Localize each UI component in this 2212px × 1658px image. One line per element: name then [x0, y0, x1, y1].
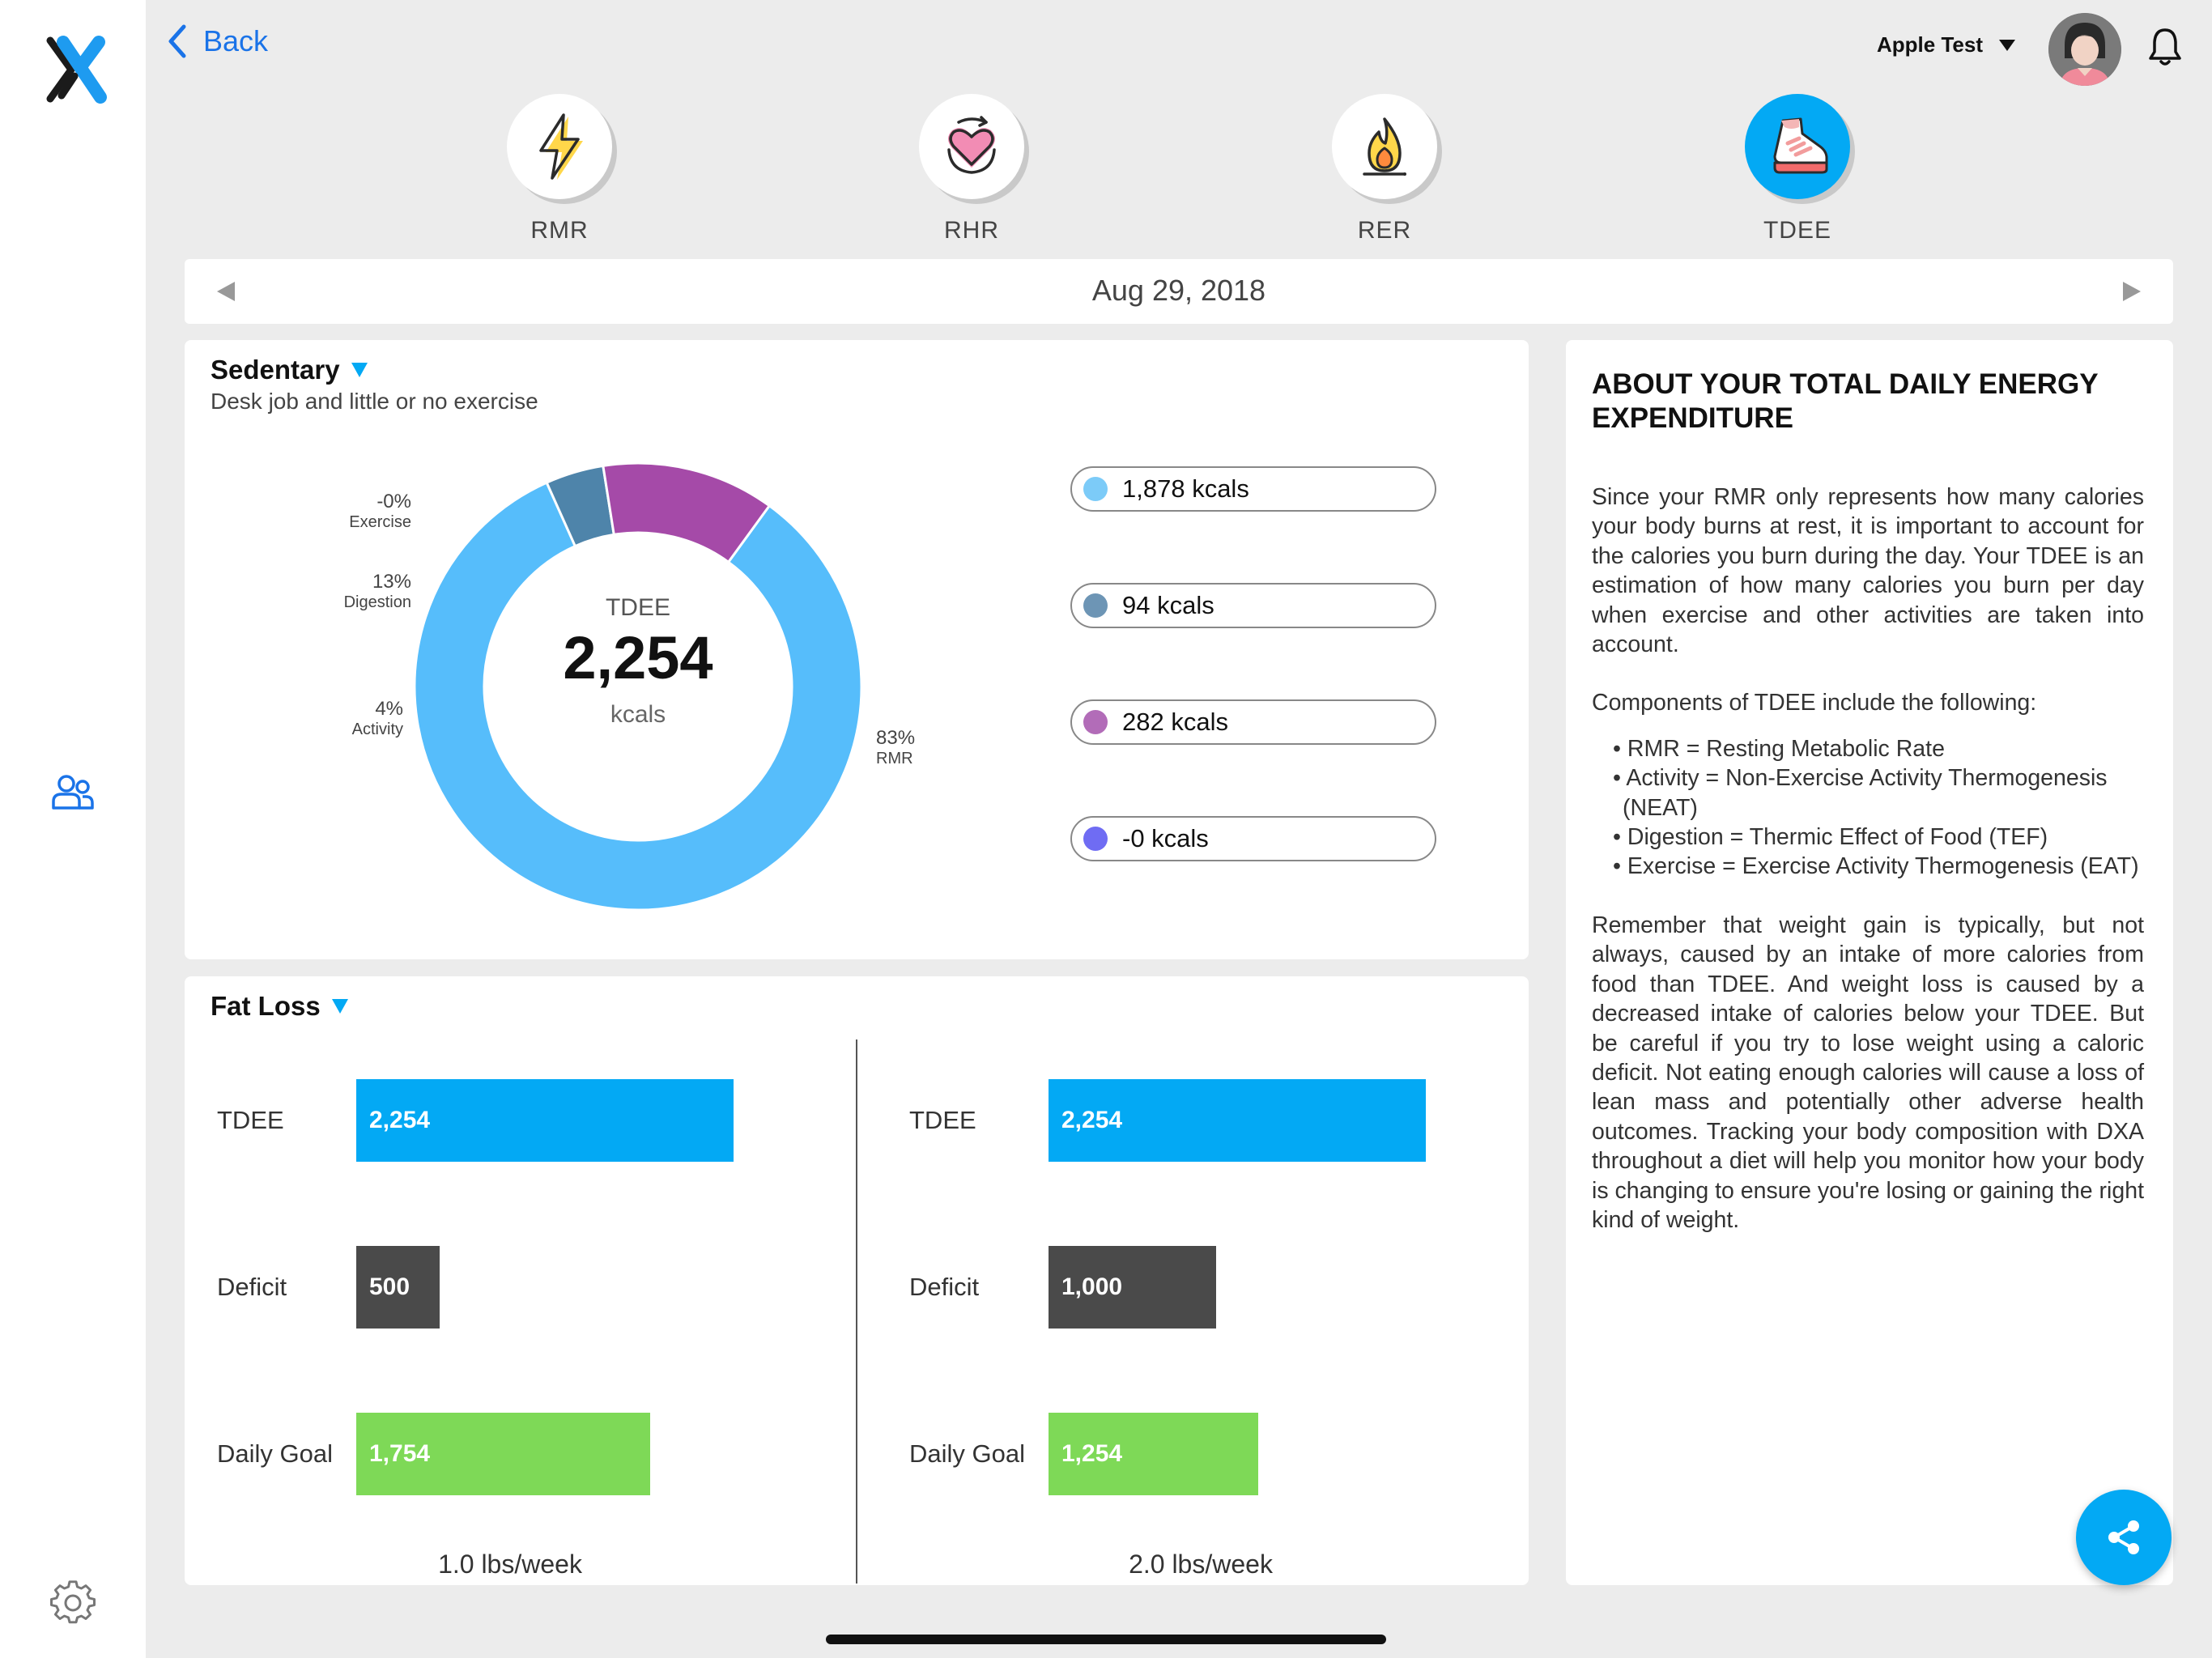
goal-dropdown[interactable]: Fat Loss [211, 991, 348, 1022]
share-button[interactable] [2076, 1490, 2172, 1585]
bell-icon[interactable] [2147, 26, 2183, 68]
about-title: ABOUT YOUR TOTAL DAILY ENERGY EXPENDITUR… [1592, 368, 2098, 434]
plan1-deficit-label: Deficit [217, 1273, 287, 1301]
activity-percent: 4% [375, 698, 403, 720]
fat-loss-card: Fat Loss TDEE 2,254 Deficit 500 Daily Go… [185, 976, 1529, 1585]
share-icon [2108, 1520, 2139, 1554]
activity-level-description: Desk job and little or no exercise [211, 389, 538, 414]
legend-exercise-kcals: -0 kcals [1122, 824, 1209, 852]
goal-title: Fat Loss [211, 991, 321, 1021]
plan2-deficit-label: Deficit [909, 1273, 980, 1301]
about-body: Since your RMR only represents how many … [1592, 483, 2144, 1264]
activity-level-title: Sedentary [211, 355, 340, 385]
flame-icon [1363, 117, 1406, 176]
legend-dot-rmr [1083, 477, 1108, 501]
app-logo[interactable] [39, 32, 113, 107]
avatar[interactable] [2048, 13, 2121, 86]
about-list-item: • Exercise = Exercise Activity Thermogen… [1613, 853, 2139, 880]
plan-divider [856, 1039, 857, 1584]
plan1-goal-value: 1,754 [369, 1440, 431, 1467]
activity-level-dropdown[interactable]: Sedentary [211, 355, 368, 385]
metric-rmr-circle [507, 94, 612, 199]
plan2-deficit-bar: 1,000 [1049, 1246, 1216, 1329]
plan1-deficit-bar: 500 [356, 1246, 440, 1329]
metric-tdee-label: TDEE [1763, 217, 1831, 244]
legend-digestion: 282 kcals [1070, 699, 1436, 745]
plan1-deficit-value: 500 [369, 1273, 410, 1300]
back-label: Back [203, 24, 269, 57]
heart-rate-icon [947, 116, 996, 174]
donut-segment-rmr [413, 481, 863, 912]
legend-digestion-kcals: 282 kcals [1122, 708, 1228, 736]
caret-down-icon [1998, 39, 2015, 51]
about-list-item: • RMR = Resting Metabolic Rate [1613, 735, 1945, 762]
back-button[interactable]: Back [166, 21, 268, 62]
plan2-goal-value: 1,254 [1061, 1440, 1123, 1467]
plan2-deficit-value: 1,000 [1061, 1273, 1123, 1300]
donut-label-rmr: 83% RMR [876, 727, 965, 768]
plan2-goal-label: Daily Goal [909, 1439, 1025, 1468]
about-component-list: • RMR = Resting Metabolic Rate • Activit… [1613, 734, 2144, 882]
about-paragraph-3: Remember that weight gain is typically, … [1592, 912, 2144, 1233]
metric-rer-circle [1332, 94, 1437, 199]
users-icon[interactable] [49, 769, 97, 818]
metric-rhr[interactable]: RHR [891, 94, 1053, 244]
metric-rer-label: RER [1357, 217, 1412, 244]
lightning-icon [539, 113, 583, 180]
plan1-goal-bar: 1,754 [356, 1413, 650, 1495]
caret-down-icon [351, 363, 368, 377]
legend-dot-digestion [1083, 710, 1108, 734]
next-date-arrow-icon[interactable] [2123, 282, 2141, 301]
donut-center-value: 2,254 [563, 624, 713, 691]
donut-center-unit: kcals [610, 701, 666, 728]
plan2-tdee-label: TDEE [909, 1106, 976, 1134]
tdee-breakdown-card: Sedentary Desk job and little or no exer… [185, 340, 1529, 959]
about-list-item: • Activity = Non-Exercise Activity Therm… [1613, 765, 2108, 821]
legend-activity-kcals: 94 kcals [1122, 591, 1214, 619]
plan2-tdee-bar: 2,254 [1049, 1079, 1426, 1162]
legend-rmr: 1,878 kcals [1070, 466, 1436, 512]
legend-rmr-kcals: 1,878 kcals [1122, 474, 1249, 503]
caret-down-icon [331, 999, 348, 1014]
plan1-rate: 1.0 lbs/week [438, 1550, 582, 1579]
metric-rer[interactable]: RER [1304, 94, 1465, 244]
account-dropdown[interactable]: Apple Test [1877, 32, 2015, 57]
about-list-item: • Digestion = Thermic Effect of Food (TE… [1613, 824, 2048, 851]
metric-tdee-circle [1745, 94, 1850, 199]
running-shoe-icon [1773, 117, 1828, 174]
plan1-tdee-bar: 2,254 [356, 1079, 734, 1162]
current-date: Aug 29, 2018 [1091, 274, 1266, 307]
rmr-name: RMR [876, 750, 913, 767]
plan2-rate: 2.0 lbs/week [1129, 1550, 1273, 1579]
legend-dot-activity [1083, 593, 1108, 618]
about-tdee-card: ABOUT YOUR TOTAL DAILY ENERGY EXPENDITUR… [1566, 340, 2173, 1585]
donut-center-title: TDEE [605, 594, 670, 621]
donut-label-activity: 4% Activity [298, 698, 403, 739]
metric-rhr-circle [919, 94, 1024, 199]
metric-rhr-label: RHR [944, 217, 999, 244]
about-paragraph-1: Since your RMR only represents how many … [1592, 484, 2144, 658]
sidebar [0, 0, 146, 1658]
plan1-tdee-label: TDEE [217, 1106, 284, 1134]
legend-exercise: -0 kcals [1070, 816, 1436, 861]
rmr-percent: 83% [876, 727, 916, 749]
about-paragraph-2: Components of TDEE include the following… [1592, 690, 2037, 716]
metric-tdee[interactable]: TDEE [1716, 94, 1878, 244]
tdee-donut-chart: TDEE 2,254 kcals [395, 444, 881, 929]
home-indicator [826, 1635, 1386, 1644]
chevron-left-icon [168, 24, 186, 58]
user-avatar-icon [2048, 13, 2121, 86]
plan2-goal-bar: 1,254 [1049, 1413, 1258, 1495]
metric-rmr[interactable]: RMR [479, 94, 640, 244]
activity-name: Activity [351, 721, 403, 738]
legend-dot-exercise [1083, 827, 1108, 851]
plan1-tdee-value: 2,254 [369, 1107, 431, 1133]
date-navigator: Aug 29, 2018 [185, 259, 2173, 324]
plan1-goal-label: Daily Goal [217, 1439, 333, 1468]
account-name: Apple Test [1877, 32, 1983, 57]
metric-rmr-label: RMR [530, 217, 589, 244]
plan2-tdee-value: 2,254 [1061, 1107, 1123, 1133]
gear-icon[interactable] [50, 1580, 96, 1626]
legend-activity: 94 kcals [1070, 583, 1436, 628]
